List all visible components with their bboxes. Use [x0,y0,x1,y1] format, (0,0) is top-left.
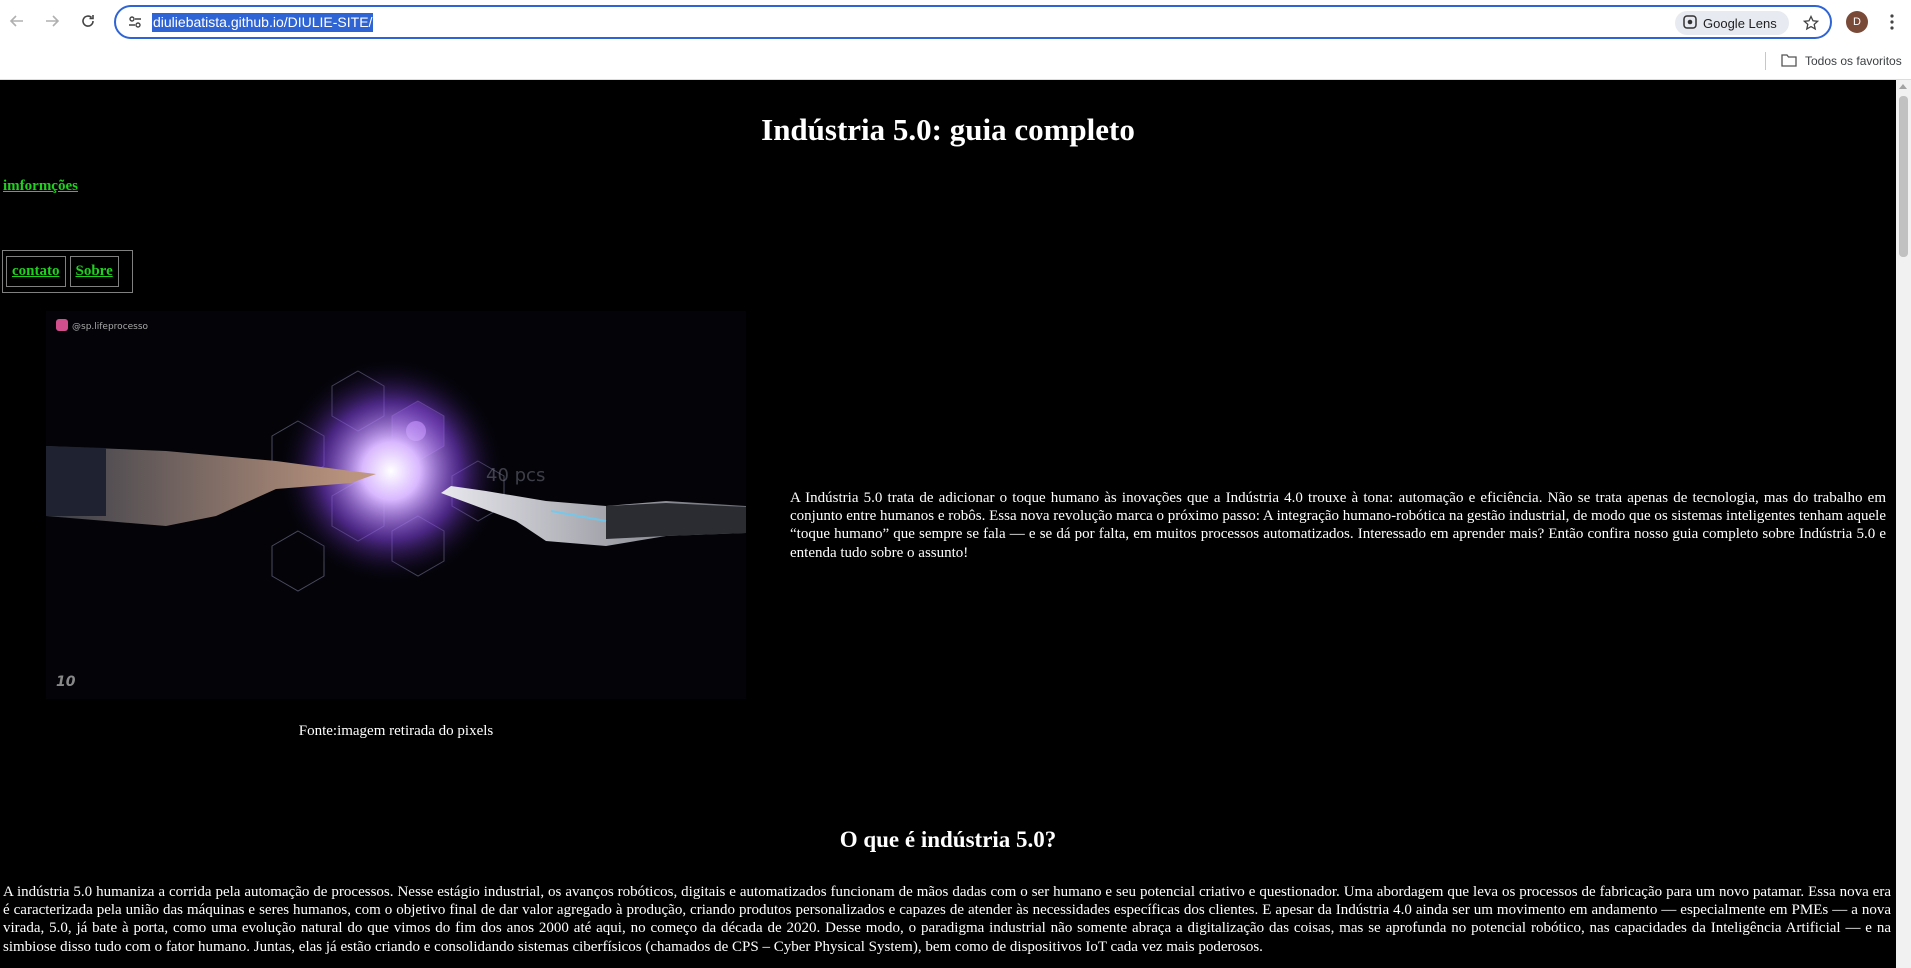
section-title: O que é indústria 5.0? [839,827,1057,852]
image-overlay-text: 40 pcs [486,465,545,486]
bookmarks-bar: Todos os favoritos [0,44,1911,80]
scroll-up-arrow-icon[interactable] [1899,84,1907,89]
site-info-icon[interactable] [126,13,144,31]
url-text[interactable]: diuliebatista.github.io/DIULIE-SITE/ [152,13,374,32]
human-robot-hand-illustration: 40 pcs @sp.lifeprocesso 10 [46,311,746,699]
profile-avatar[interactable]: D [1846,11,1868,33]
back-icon[interactable] [5,9,29,33]
reload-icon[interactable] [76,9,100,33]
page-viewport: Indústria 5.0: guia completo imformções … [0,80,1896,968]
vertical-scrollbar[interactable] [1896,80,1911,968]
page-title: Indústria 5.0: guia completo [761,112,1135,147]
nav-table: contato Sobre [2,250,133,293]
folder-icon [1781,53,1797,70]
browser-toolbar: diuliebatista.github.io/DIULIE-SITE/ Goo… [0,0,1911,44]
image-caption: Fonte:imagem retirada do pixels [298,723,494,739]
kebab-menu-icon[interactable] [1884,11,1900,33]
forward-icon[interactable] [40,9,64,33]
nav-link-contato[interactable]: contato [6,256,66,287]
all-bookmarks-label: Todos os favoritos [1805,54,1902,68]
info-link[interactable]: imformções [3,178,78,195]
hero-image: 40 pcs @sp.lifeprocesso 10 [46,311,746,699]
all-bookmarks-button[interactable]: Todos os favoritos [1781,50,1902,72]
google-lens-button[interactable]: Google Lens [1675,11,1789,35]
address-bar[interactable]: diuliebatista.github.io/DIULIE-SITE/ Goo… [114,5,1832,39]
intro-paragraph: A Indústria 5.0 trata de adicionar o toq… [790,490,1886,561]
image-watermark-top: @sp.lifeprocesso [72,322,149,332]
section-paragraph: A indústria 5.0 humaniza a corrida pela … [3,884,1891,955]
scroll-thumb[interactable] [1899,96,1908,257]
lens-icon [1683,14,1697,32]
bookmark-star-icon[interactable] [1800,12,1822,34]
nav-link-sobre[interactable]: Sobre [69,256,119,287]
bookmarks-divider [1765,52,1766,70]
image-watermark-bottom: 10 [56,674,76,690]
lens-label: Google Lens [1703,15,1777,31]
